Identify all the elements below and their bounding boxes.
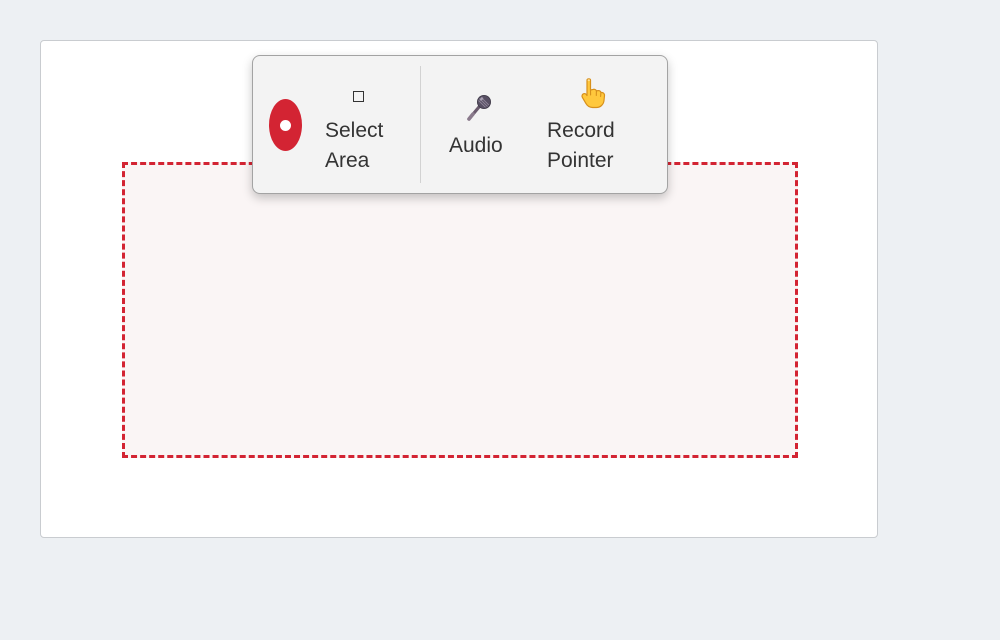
microphone-icon	[463, 92, 495, 124]
select-area-button[interactable]: Select Area	[325, 84, 399, 180]
selection-area[interactable]	[122, 162, 798, 458]
recording-toolbar: Select Area Audio Record Pointer	[252, 55, 668, 194]
pointing-hand-icon	[575, 76, 609, 110]
record-pointer-button[interactable]: Record Pointer	[547, 74, 627, 182]
toolbar-divider	[420, 66, 421, 183]
audio-button[interactable]: Audio	[449, 92, 513, 182]
record-pointer-label: Record Pointer	[547, 119, 615, 172]
record-icon	[280, 120, 291, 131]
record-button[interactable]	[269, 99, 302, 151]
select-area-label: Select Area	[325, 119, 384, 172]
audio-label: Audio	[449, 134, 503, 157]
square-icon	[353, 91, 364, 102]
